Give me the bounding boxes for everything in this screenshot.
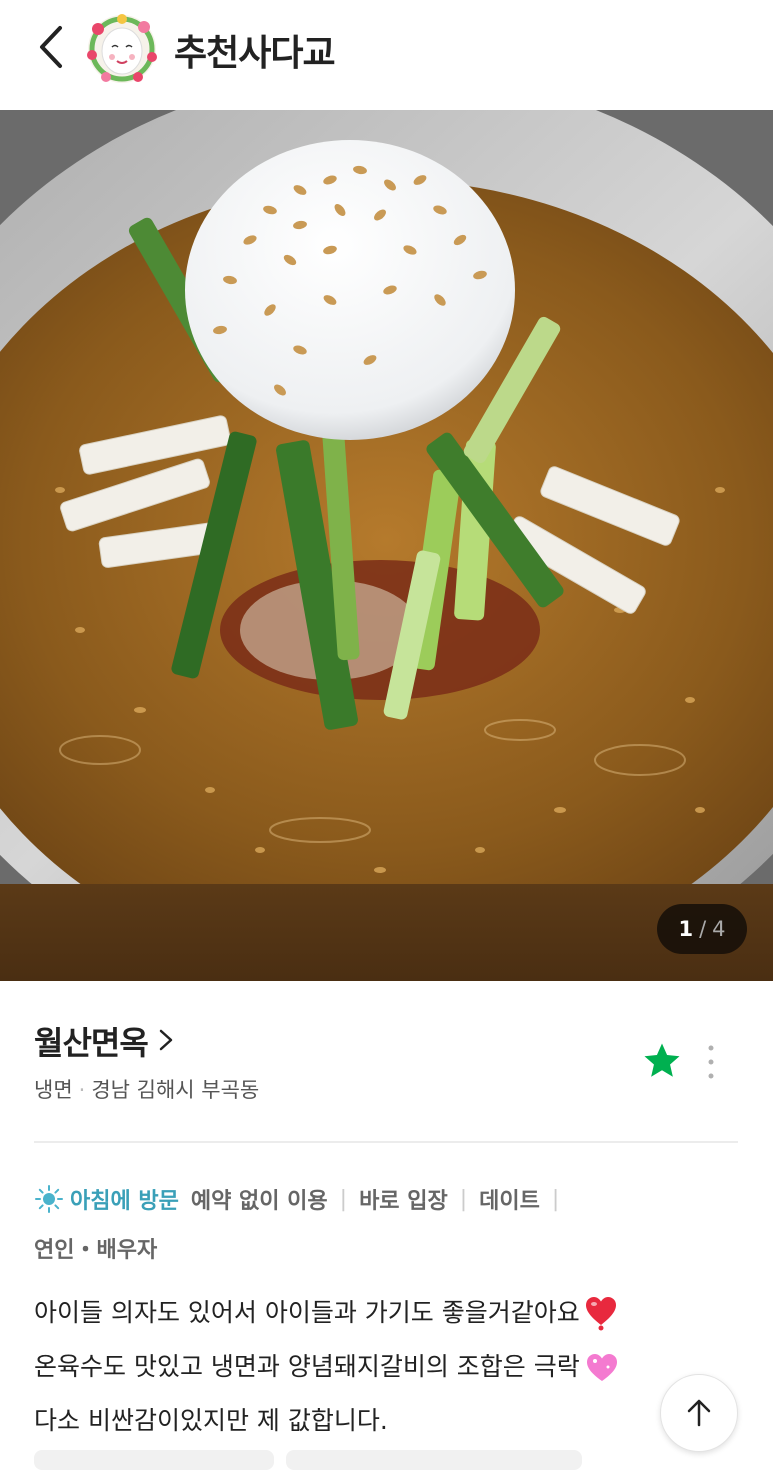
sparkling-heart-icon (586, 1354, 617, 1381)
place-name: 월산면옥 (34, 1024, 149, 1062)
scroll-to-top-button[interactable] (660, 1374, 738, 1452)
more-options-button[interactable] (699, 1042, 723, 1082)
review-line: 다소 비싼감이있지만 제 값합니다. (34, 1394, 734, 1448)
tag-divider: | (459, 1186, 468, 1212)
header: 추천사다교 (0, 0, 773, 110)
tag-item: 데이트 (479, 1189, 540, 1214)
chevron-right-icon (158, 1022, 174, 1060)
review-text: 아이들 의자도 있어서 아이들과 가기도 좋을거같아요 온육수도 맛있고 냉면과… (34, 1286, 734, 1448)
photo-counter: 1 / 4 (657, 904, 747, 954)
sun-icon (35, 1185, 63, 1213)
avatar[interactable] (84, 13, 160, 85)
star-icon (644, 1043, 680, 1077)
photo-counter-total: 4 (712, 917, 726, 941)
divider (34, 1141, 738, 1143)
review-line-text: 온육수도 맛있고 냉면과 양념돼지갈비의 조합은 극락 (34, 1352, 580, 1381)
place-name-link[interactable]: 월산면옥 (34, 1018, 174, 1064)
place-address: 경남 김해시 부곡동 (91, 1078, 260, 1102)
companion-tag: 연인・배우자 (34, 1238, 158, 1263)
photo-carousel[interactable]: 1 / 4 (0, 110, 773, 981)
tag-item: 바로 입장 (359, 1189, 448, 1214)
place-category: 냉면 (34, 1078, 73, 1102)
visit-time-tag: 아침에 방문 (70, 1189, 179, 1214)
place-meta: 냉면 · 경남 김해시 부곡동 (34, 1074, 259, 1104)
tag-divider: | (551, 1186, 560, 1212)
more-vertical-icon (708, 1045, 714, 1079)
tag-item: 예약 없이 이용 (190, 1189, 328, 1214)
review-line: 아이들 의자도 있어서 아이들과 가기도 좋을거같아요 (34, 1286, 734, 1340)
keyword-chip[interactable] (34, 1450, 274, 1470)
review-line-text: 아이들 의자도 있어서 아이들과 가기도 좋을거같아요 (34, 1298, 580, 1327)
arrow-up-icon (687, 1399, 711, 1427)
tag-divider: | (339, 1186, 348, 1212)
review-line-text: 다소 비싼감이있지만 제 값합니다. (34, 1406, 388, 1435)
food-photo (0, 110, 773, 981)
heart-icon (585, 1297, 616, 1331)
chevron-left-icon (40, 26, 62, 68)
favorite-button[interactable] (641, 1040, 683, 1082)
review-line: 온육수도 맛있고 냉면과 양념돼지갈비의 조합은 극락 (34, 1340, 734, 1394)
photo-counter-separator: / (699, 917, 707, 941)
author-nickname[interactable]: 추천사다교 (174, 24, 336, 76)
back-button[interactable] (30, 22, 74, 72)
keyword-chip[interactable] (286, 1450, 582, 1470)
visit-tags: 아침에 방문 예약 없이 이용 | 바로 입장 | 데이트 | (34, 1183, 571, 1215)
meta-separator: · (78, 1078, 86, 1102)
photo-counter-current: 1 (678, 917, 694, 941)
